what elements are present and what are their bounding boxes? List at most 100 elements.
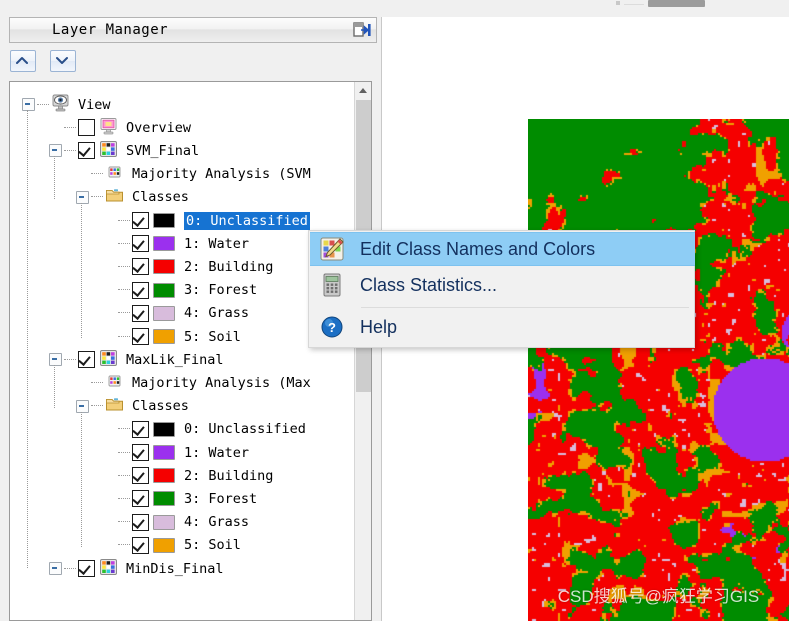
small-grid-icon xyxy=(105,372,124,394)
layer-visibility-checkbox[interactable] xyxy=(132,536,149,554)
tree-row[interactable]: 4: Grass xyxy=(103,302,249,325)
expander-toggle-icon[interactable] xyxy=(22,98,35,111)
layer-visibility-checkbox[interactable] xyxy=(132,420,149,438)
layer-visibility-checkbox[interactable] xyxy=(132,328,149,345)
tree-row-label: MaxLik_Final xyxy=(126,351,224,368)
tree-row-label: 5: Soil xyxy=(184,537,241,554)
tree-row[interactable]: Classes xyxy=(76,186,189,209)
tree-connector xyxy=(118,497,130,500)
tree-row[interactable]: Majority Analysis (SVM xyxy=(76,163,311,186)
dock-pin-icon[interactable] xyxy=(351,20,373,40)
expander-toggle-icon[interactable] xyxy=(49,562,62,575)
tree-row[interactable]: 3: Forest xyxy=(103,279,257,302)
tree-row[interactable]: MinDis_Final xyxy=(49,557,224,580)
tree-row[interactable]: 2: Building xyxy=(103,255,273,278)
small-grid-icon xyxy=(105,163,124,185)
tree-guide-line xyxy=(81,202,82,338)
tree-row-label: Overview xyxy=(126,119,192,136)
tree-row[interactable]: View xyxy=(22,93,111,116)
expander-toggle-icon[interactable] xyxy=(76,399,89,413)
layer-visibility-checkbox[interactable] xyxy=(132,490,149,508)
layer-visibility-checkbox[interactable] xyxy=(78,560,95,577)
layer-visibility-checkbox[interactable] xyxy=(78,142,95,160)
tree-row[interactable]: 4: Grass xyxy=(103,511,249,534)
tree-connector xyxy=(118,521,130,523)
menu-separator xyxy=(361,307,689,308)
tree-row-label: Majority Analysis (Max xyxy=(132,374,311,391)
tree-connector xyxy=(91,173,103,175)
top-toolbar-remnant xyxy=(0,0,789,17)
tree-row[interactable]: 0: Unclassified xyxy=(103,418,306,441)
class-color-swatch[interactable] xyxy=(153,259,175,275)
tree-row[interactable]: 0: Unclassified xyxy=(103,209,310,232)
tree-row[interactable]: Overview xyxy=(49,116,191,139)
class-color-swatch[interactable] xyxy=(153,236,175,252)
tree-guide-line xyxy=(27,110,28,568)
tree-connector xyxy=(91,381,103,384)
scroll-up-icon[interactable] xyxy=(355,82,371,99)
expander-toggle-icon[interactable] xyxy=(49,353,62,367)
tree-connector xyxy=(118,544,130,546)
move-layer-down-button[interactable] xyxy=(50,50,77,72)
tree-row[interactable]: MaxLik_Final xyxy=(49,348,224,371)
tree-row-label: 5: Soil xyxy=(184,328,241,345)
tree-guide-line xyxy=(54,156,55,199)
class-color-swatch[interactable] xyxy=(153,421,175,437)
menu-item-label: Help xyxy=(360,316,398,337)
tree-row[interactable]: 5: Soil xyxy=(103,534,241,557)
tree-connector xyxy=(118,312,130,314)
classified-image-view[interactable]: CSD搜狐号@疯狂学习GIS xyxy=(528,119,789,621)
class-color-swatch[interactable] xyxy=(153,514,175,530)
tree-row-label: Classes xyxy=(132,189,189,206)
tree-row[interactable]: 3: Forest xyxy=(103,487,257,510)
class-color-swatch[interactable] xyxy=(153,305,175,321)
tree-row[interactable]: SVM_Final xyxy=(49,139,199,162)
class-color-swatch[interactable] xyxy=(153,537,175,553)
class-grid-icon xyxy=(99,140,118,162)
layer-visibility-checkbox[interactable] xyxy=(132,467,149,485)
layer-tree-scrollbar[interactable] xyxy=(354,82,371,620)
app-window: Layer Manager View Overview SVM_Final Major… xyxy=(0,0,789,621)
class-color-swatch[interactable] xyxy=(153,445,175,460)
layer-toolbar xyxy=(10,50,86,72)
tree-row[interactable]: 2: Building xyxy=(103,464,273,487)
class-color-swatch[interactable] xyxy=(153,213,175,228)
tree-row-label: 4: Grass xyxy=(184,514,250,531)
menu-item-help[interactable]: ? Help xyxy=(310,310,695,344)
expander-toggle-icon[interactable] xyxy=(76,190,89,204)
expander-toggle-icon[interactable] xyxy=(49,144,62,158)
layer-visibility-checkbox[interactable] xyxy=(132,281,149,299)
layer-visibility-checkbox[interactable] xyxy=(132,444,149,461)
tree-row-label: 2: Building xyxy=(184,258,274,275)
layer-visibility-checkbox[interactable] xyxy=(132,235,149,253)
class-color-swatch[interactable] xyxy=(153,468,175,484)
layer-visibility-checkbox[interactable] xyxy=(78,119,95,137)
class-color-swatch[interactable] xyxy=(153,282,175,298)
layer-visibility-checkbox[interactable] xyxy=(132,304,149,322)
layer-visibility-checkbox[interactable] xyxy=(132,513,149,531)
view-eye-icon xyxy=(51,94,70,116)
classified-raster xyxy=(528,119,789,621)
class-color-swatch[interactable] xyxy=(153,491,175,507)
menu-item-edit-class-names-and-colors[interactable]: Edit Class Names and Colors xyxy=(310,232,695,266)
class-grid-icon xyxy=(99,558,118,580)
tree-guide-line xyxy=(54,365,55,408)
help-question-icon: ? xyxy=(310,315,354,339)
tree-connector xyxy=(118,242,130,245)
tree-row[interactable]: 5: Soil xyxy=(103,325,241,348)
tree-row[interactable]: Classes xyxy=(76,395,189,418)
tree-row[interactable]: 1: Water xyxy=(103,441,249,464)
menu-item-class-statistics[interactable]: Class Statistics... xyxy=(310,268,695,302)
move-layer-up-button[interactable] xyxy=(10,50,36,72)
tree-row[interactable]: 1: Water xyxy=(103,232,249,255)
tree-row[interactable]: Majority Analysis (Max xyxy=(76,371,311,394)
layer-visibility-checkbox[interactable] xyxy=(132,258,149,276)
layer-visibility-checkbox[interactable] xyxy=(132,212,149,229)
tree-connector xyxy=(118,474,130,477)
tree-row-label: 1: Water xyxy=(184,235,250,252)
layer-visibility-checkbox[interactable] xyxy=(78,351,95,369)
toolbar-field xyxy=(648,0,705,7)
class-color-swatch[interactable] xyxy=(153,329,175,344)
overview-monitor-icon xyxy=(99,117,118,139)
tree-connector xyxy=(118,219,130,222)
